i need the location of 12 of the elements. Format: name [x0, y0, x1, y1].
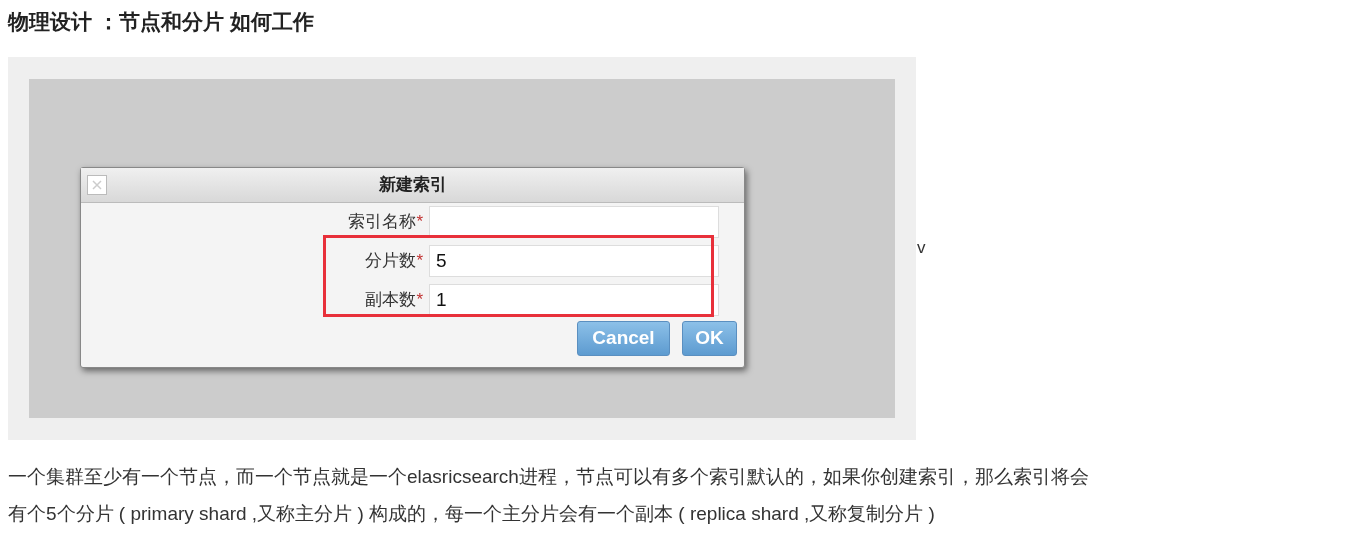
field-label: 副本数* [364, 289, 424, 312]
field-label: 索引名称* [347, 211, 424, 234]
input-field[interactable] [429, 206, 719, 238]
input-field[interactable]: 1 [429, 284, 719, 316]
input-field[interactable]: 5 [429, 245, 719, 277]
paragraph-line: 一个集群至少有一个节点，而一个节点就是一个elasricsearch进程，节点可以有多个索引默认的，如果你创建索引，那么索引将会 [8, 465, 1089, 489]
paragraph-line: 有个5个分片 ( primary shard ,又称主分片 ) 构成的，每一个主分片会有一个副本 ( replica shard ,又称复制分片 ) [8, 502, 935, 526]
section-heading: 物理设计 ：节点和分片 如何工作 [8, 9, 315, 35]
dialog-title: 新建索引 [378, 174, 447, 197]
field-label: 分片数* [364, 250, 424, 273]
close-icon [92, 180, 102, 190]
stray-text: v [917, 237, 926, 259]
